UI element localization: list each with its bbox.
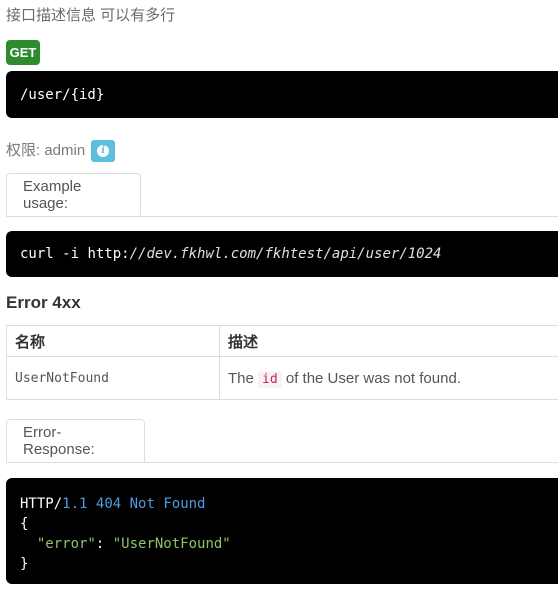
curl-url: //dev.fkhwl.com/fkhtest/api/user/1024 [129, 246, 442, 262]
permission-label: 权限: [6, 142, 41, 159]
tab-error-response[interactable]: Error-Response: [6, 419, 145, 462]
endpoint-path-block: /user/{id} [6, 71, 558, 118]
column-header-name: 名称 [6, 325, 220, 357]
example-tabbar: Example usage: [6, 173, 558, 217]
api-doc-page: 接口描述信息 可以有多行 GET /user/{id} 权限: admin i … [0, 0, 558, 597]
endpoint-description: 接口描述信息 可以有多行 [6, 7, 176, 24]
error-response-tabbar: Error-Response: [6, 419, 558, 463]
error-response-code-block: HTTP/1.1 404 Not Found{ "error": "UserNo… [6, 478, 558, 584]
example-code-block: curl -i http://dev.fkhwl.com/fkhtest/api… [6, 231, 558, 277]
endpoint-path: /user/{id} [20, 87, 105, 103]
info-icon[interactable]: i [91, 140, 116, 162]
error-name-cell: UserNotFound [6, 356, 220, 400]
permission-value: admin [44, 142, 86, 159]
response-status-line: HTTP/1.1 404 Not Found [20, 496, 206, 512]
permission-row: 权限: admin i [6, 139, 116, 163]
error-table: 名称 描述 UserNotFound The id of the User wa… [6, 325, 558, 400]
error-description-cell: The id of the User was not found. [219, 356, 558, 400]
table-row: UserNotFound The id of the User was not … [6, 356, 558, 400]
table-header-row: 名称 描述 [6, 325, 558, 357]
tab-example-usage[interactable]: Example usage: [6, 173, 141, 216]
curl-scheme: http: [87, 246, 130, 262]
column-header-description: 描述 [219, 325, 558, 357]
curl-command: curl -i [20, 246, 80, 262]
method-badge: GET [6, 40, 40, 65]
error-heading: Error 4xx [6, 293, 81, 312]
inline-code-id: id [258, 370, 282, 388]
